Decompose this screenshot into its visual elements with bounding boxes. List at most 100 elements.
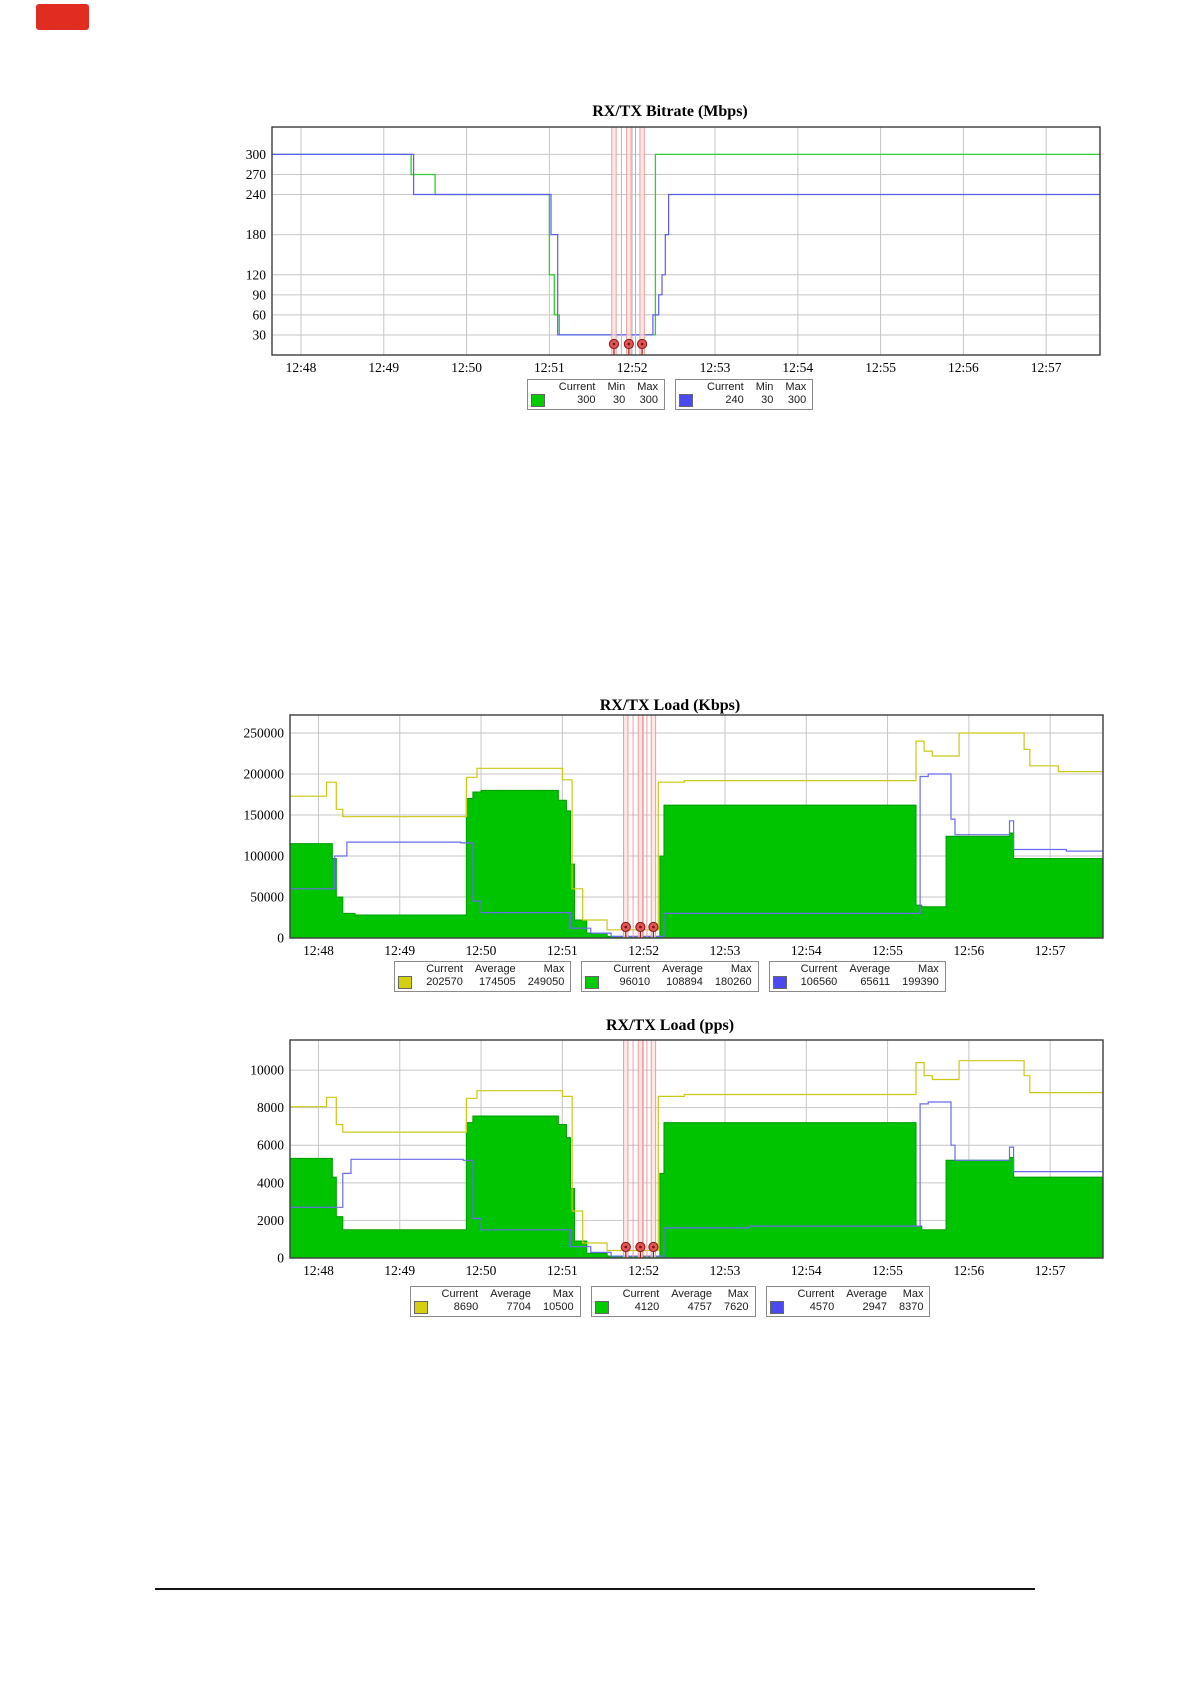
legend-value: 174505	[478, 976, 516, 989]
legend-header: Average	[474, 963, 516, 975]
legend-header: Current	[797, 1288, 835, 1300]
svg-text:4000: 4000	[257, 1175, 284, 1190]
svg-text:12:52: 12:52	[628, 943, 659, 958]
event-marker-lines	[623, 715, 657, 938]
svg-text:12:54: 12:54	[782, 360, 813, 375]
legend-swatch	[679, 394, 693, 407]
legend-header: Max	[730, 963, 752, 975]
legend-header: Max	[785, 381, 807, 393]
svg-text:90: 90	[253, 287, 267, 302]
legend-box: Current Min Max 240 30 300	[675, 379, 814, 411]
legend-swatch	[413, 1301, 428, 1314]
svg-text:12:55: 12:55	[865, 360, 896, 375]
legend-value: 199390	[902, 976, 939, 989]
svg-text:12:57: 12:57	[1035, 943, 1066, 958]
legend-swatch	[530, 394, 545, 407]
legend-header: Current	[613, 963, 651, 975]
svg-text:8000: 8000	[257, 1100, 284, 1115]
event-marker-lines	[623, 1040, 657, 1258]
svg-text:150000: 150000	[244, 808, 285, 823]
svg-text:12:50: 12:50	[466, 943, 497, 958]
svg-text:12:53: 12:53	[710, 1263, 741, 1278]
svg-text:12:56: 12:56	[953, 943, 984, 958]
legend-value: 4120	[634, 1301, 660, 1314]
svg-text:12:53: 12:53	[710, 943, 741, 958]
legend-box: Current Average Max 4120 4757 7620	[590, 1286, 756, 1318]
x-axis-labels: 12:48 12:49 12:50 12:51 12:52 12:53 12:54 12:55…	[286, 360, 1062, 375]
legend-swatch	[769, 1301, 784, 1314]
svg-text:100000: 100000	[244, 849, 285, 864]
legend-value: 202570	[426, 976, 463, 989]
svg-text:30: 30	[253, 327, 267, 342]
svg-text:12:49: 12:49	[384, 1263, 415, 1278]
svg-text:12:50: 12:50	[466, 1263, 497, 1278]
x-axis-labels: 12:48 12:49 12:50 12:51 12:52 12:53 12:54 12:55…	[303, 1263, 1066, 1278]
legend-header: Min	[755, 381, 774, 393]
legend-header: Average	[849, 963, 891, 975]
svg-text:60: 60	[253, 307, 267, 322]
legend-value: 7704	[506, 1301, 531, 1314]
load-pps-chart-legend: Current Average Max 8690 7704 10500 Current Ave…	[230, 1286, 1110, 1318]
svg-text:12:51: 12:51	[547, 1263, 578, 1278]
svg-text:2000: 2000	[257, 1213, 284, 1228]
legend-swatch	[585, 976, 600, 989]
svg-text:12:55: 12:55	[872, 943, 903, 958]
series-green	[290, 789, 1103, 938]
svg-text:12:48: 12:48	[303, 1263, 334, 1278]
svg-text:12:56: 12:56	[953, 1263, 984, 1278]
legend-header: Average	[671, 1288, 713, 1300]
legend-header: Current	[707, 381, 744, 393]
legend-value: 65611	[860, 976, 891, 989]
svg-text:0: 0	[277, 931, 284, 946]
legend-value: 8370	[899, 1301, 924, 1314]
legend-header: Current	[426, 963, 463, 975]
legend-box: Current Average Max 202570 174505 249050	[394, 961, 572, 993]
legend-header: Max	[552, 1288, 574, 1300]
legend-value: 240	[725, 394, 744, 407]
legend-value: 96010	[619, 976, 651, 989]
y-axis-labels: 300 270 240 180 120 90 60 30	[246, 147, 267, 343]
legend-value: 7620	[724, 1301, 749, 1314]
load-pps-chart-canvas: 12:48 12:49 12:50 12:51 12:52 12:53 12:54 12:55…	[250, 1039, 1104, 1278]
y-axis-labels: 0 2000 4000 6000 8000 10000	[250, 1063, 284, 1266]
legend-header: Current	[441, 1288, 479, 1300]
svg-text:12:52: 12:52	[628, 1263, 659, 1278]
legend-header: Average	[490, 1288, 531, 1300]
legend-value: 106560	[800, 976, 838, 989]
svg-text:12:53: 12:53	[700, 360, 731, 375]
svg-text:12:55: 12:55	[872, 1263, 903, 1278]
svg-text:12:51: 12:51	[547, 943, 578, 958]
svg-text:180: 180	[246, 227, 267, 242]
legend-header: Current	[622, 1288, 660, 1300]
legend-value: 30	[612, 394, 626, 407]
legend-header: Max	[637, 381, 658, 393]
legend-box: Current Average Max 4570 2947 8370	[765, 1286, 931, 1318]
svg-text:200000: 200000	[244, 767, 285, 782]
svg-text:12:48: 12:48	[286, 360, 317, 375]
legend-box: Current Average Max 106560 65611 199390	[768, 961, 946, 993]
legend-value: 108894	[666, 976, 703, 989]
legend-value: 300	[787, 394, 807, 407]
legend-value: 4570	[809, 1301, 835, 1314]
svg-text:12:49: 12:49	[368, 360, 399, 375]
legend-value: 4757	[687, 1301, 713, 1314]
legend-header: Average	[662, 963, 703, 975]
legend-value: 300	[577, 394, 596, 407]
svg-text:12:57: 12:57	[1035, 1263, 1066, 1278]
svg-text:120: 120	[246, 267, 267, 282]
plot-border	[271, 126, 1101, 356]
bitrate-chart-title: RX/TX Bitrate (Mbps)	[592, 103, 748, 120]
bitrate-chart-legend: Current Min Max 300 30 300 Current Min Max 240 30 3…	[230, 379, 1110, 411]
series-green	[272, 153, 1100, 336]
event-marker-lines	[611, 127, 645, 355]
legend-box: Current Average Max 96010 108894 180260	[581, 961, 759, 993]
legend-header: Max	[543, 963, 565, 975]
svg-text:10000: 10000	[250, 1063, 284, 1078]
x-axis-labels: 12:48 12:49 12:50 12:51 12:52 12:53 12:54 12:55…	[303, 943, 1066, 958]
legend-swatch	[594, 1301, 609, 1314]
legend-box: Current Average Max 8690 7704 10500	[409, 1286, 581, 1318]
svg-text:12:57: 12:57	[1031, 360, 1062, 375]
legend-header: Average	[846, 1288, 887, 1300]
legend-swatch	[772, 976, 787, 989]
gridlines	[272, 127, 1100, 355]
